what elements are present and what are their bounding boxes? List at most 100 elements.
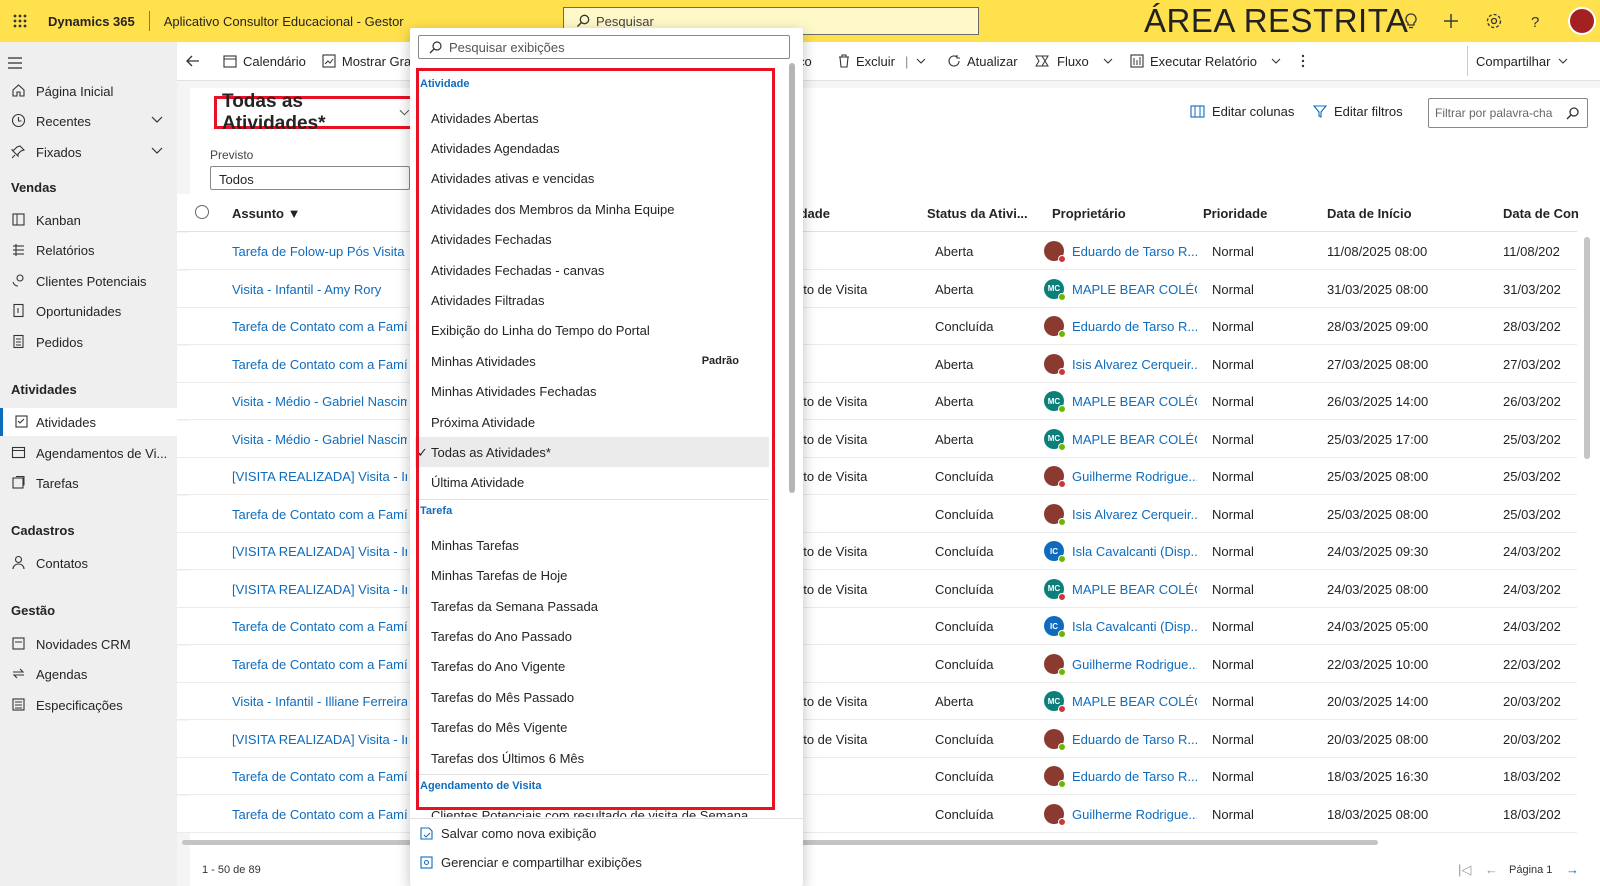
select-all-checkbox[interactable] — [195, 205, 209, 219]
calendar-button[interactable]: Calendário — [215, 42, 314, 81]
sidebar-item-kanban[interactable]: Kanban — [0, 206, 177, 234]
sidebar-item-recent[interactable]: Recentes — [0, 107, 177, 135]
table-row[interactable]: [VISITA REALIZADA] Visita - Infar nto de … — [177, 570, 1577, 608]
row-owner-link[interactable]: Guilherme Rodrigue... — [1072, 469, 1197, 484]
sidebar-item-pinned[interactable]: Fixados — [0, 138, 177, 166]
sidebar-item-home[interactable]: Página Inicial — [0, 77, 177, 105]
column-header-owner[interactable]: Proprietário — [1052, 206, 1126, 221]
row-subject-link[interactable]: [VISITA REALIZADA] Visita - Infar — [232, 582, 407, 597]
more-commands-icon[interactable] — [1293, 42, 1319, 81]
row-subject-link[interactable]: Tarefa de Contato com a Família — [232, 319, 407, 334]
row-subject-link[interactable]: Tarefa de Contato com a Família — [232, 619, 407, 634]
flow-button[interactable]: Fluxo — [1027, 42, 1127, 81]
row-owner-link[interactable]: Isla Cavalcanti (Disp... — [1072, 544, 1197, 559]
first-page-icon[interactable]: |◁ — [1458, 862, 1471, 878]
sidebar-item-tasks[interactable]: Tarefas — [0, 469, 177, 497]
table-row[interactable]: Tarefa de Contato com a Família Concluída… — [177, 608, 1577, 645]
table-row[interactable]: Tarefa de Contato com a Família Concluída… — [177, 495, 1577, 533]
row-owner-link[interactable]: Isis Alvarez Cerqueir... — [1072, 507, 1197, 522]
row-subject-link[interactable]: Visita - Infantil - Amy Rory — [232, 282, 407, 297]
refresh-button[interactable]: Atualizar — [939, 42, 1026, 81]
row-subject-link[interactable]: Visita - Médio - Gabriel Nascime — [232, 432, 407, 447]
table-row[interactable]: Tarefa de Contato com a Família Concluída… — [177, 645, 1577, 683]
sidebar-item-crm-news[interactable]: Novidades CRM — [0, 630, 177, 658]
app-title[interactable]: Aplicativo Consultor Educacional - Gesto… — [164, 14, 404, 29]
row-subject-link[interactable]: Tarefa de Folow-up Pós Visita — [232, 244, 407, 259]
row-subject-link[interactable]: [VISITA REALIZADA] Visita - Infar — [232, 732, 407, 747]
sidebar-item-visit-schedules[interactable]: Agendamentos de Vi... — [0, 439, 177, 467]
row-owner-link[interactable]: Guilherme Rodrigue... — [1072, 807, 1197, 822]
sidebar-item-activities[interactable]: Atividades — [0, 408, 177, 436]
table-row[interactable]: [VISITA REALIZADA] Visita - Infar nto de … — [177, 533, 1577, 570]
plus-icon[interactable] — [1441, 11, 1461, 31]
dropdown-scrollbar[interactable] — [789, 63, 795, 493]
row-owner-link[interactable]: Eduardo de Tarso R... — [1072, 732, 1197, 747]
edit-columns-button[interactable]: Editar colunas — [1190, 104, 1294, 119]
manage-views-button[interactable]: Gerenciar e compartilhar exibições — [410, 848, 803, 876]
table-row[interactable]: [VISITA REALIZADA] Visita - Infar nto de … — [177, 720, 1577, 758]
row-owner-link[interactable]: MAPLE BEAR COLÉG... — [1072, 282, 1197, 297]
help-icon[interactable]: ? — [1525, 11, 1545, 31]
view-search-input[interactable]: Pesquisar exibições — [418, 35, 790, 59]
sidebar-item-orders[interactable]: Pedidos — [0, 328, 177, 356]
row-owner-link[interactable]: MAPLE BEAR COLÉG... — [1072, 394, 1197, 409]
sidebar-item-leads[interactable]: Clientes Potenciais — [0, 267, 177, 295]
row-subject-link[interactable]: Tarefa de Contato com a Família — [232, 807, 407, 822]
edit-filters-button[interactable]: Editar filtros — [1313, 104, 1403, 119]
show-chart-button[interactable]: Mostrar Gra — [314, 42, 419, 81]
vertical-scrollbar[interactable] — [1584, 237, 1590, 459]
table-row[interactable]: Tarefa de Folow-up Pós Visita Aberta Eduar… — [177, 233, 1577, 270]
row-owner-link[interactable]: MAPLE BEAR COLÉG... — [1072, 694, 1197, 709]
previous-page-icon[interactable]: ← — [1485, 862, 1498, 877]
table-row[interactable]: [VISITA REALIZADA] Visita - Infar nto de … — [177, 458, 1577, 495]
row-subject-link[interactable]: Visita - Médio - Gabriel Nascime — [232, 394, 407, 409]
row-subject-link[interactable]: Tarefa de Contato com a Família — [232, 657, 407, 672]
hamburger-icon[interactable] — [7, 56, 23, 70]
app-launcher-icon[interactable] — [0, 0, 40, 42]
row-owner-link[interactable]: Eduardo de Tarso R... — [1072, 244, 1197, 259]
row-owner-link[interactable]: MAPLE BEAR COLÉG... — [1072, 582, 1197, 597]
share-button[interactable]: Compartilhar — [1467, 46, 1582, 76]
table-row[interactable]: Visita - Infantil - Illiane Ferreira nto … — [177, 683, 1577, 720]
sidebar-item-reports[interactable]: Relatórios — [0, 236, 177, 264]
gear-icon[interactable] — [1484, 11, 1504, 31]
row-owner-link[interactable]: Isla Cavalcanti (Disp... — [1072, 619, 1197, 634]
view-selector[interactable]: Todas as Atividades* — [214, 91, 413, 134]
row-subject-link[interactable]: Visita - Infantil - Illiane Ferreira — [232, 694, 407, 709]
column-header-priority[interactable]: Prioridade — [1203, 206, 1267, 221]
column-header-start-date[interactable]: Data de Início — [1327, 206, 1412, 221]
row-subject-link[interactable]: Tarefa de Contato com a Família — [232, 769, 407, 784]
row-owner-link[interactable]: Guilherme Rodrigue... — [1072, 657, 1197, 672]
table-row[interactable]: Tarefa de Contato com a Família Concluída… — [177, 795, 1577, 833]
table-row[interactable]: Visita - Infantil - Amy Rory nto de Visit… — [177, 270, 1577, 308]
forecast-filter-select[interactable]: Todos — [210, 166, 410, 190]
row-subject-link[interactable]: Tarefa de Contato com a Família — [232, 507, 407, 522]
keyword-filter-input[interactable]: Filtrar por palavra-cha — [1428, 98, 1588, 128]
chevron-down-icon[interactable] — [916, 58, 926, 64]
row-subject-link[interactable]: [VISITA REALIZADA] Visita - Infar — [232, 544, 407, 559]
sidebar-item-specifications[interactable]: Especificações — [0, 691, 177, 719]
table-row[interactable]: Tarefa de Contato com a Família Concluída… — [177, 758, 1577, 795]
sidebar-item-contacts[interactable]: Contatos — [0, 549, 177, 577]
table-row[interactable]: Tarefa de Contato com a Família Concluída… — [177, 308, 1577, 345]
column-header-end-date[interactable]: Data de Con — [1503, 206, 1579, 221]
row-owner-link[interactable]: MAPLE BEAR COLÉG... — [1072, 432, 1197, 447]
user-avatar[interactable] — [1568, 7, 1596, 35]
back-button[interactable] — [177, 42, 215, 81]
table-row[interactable]: Visita - Médio - Gabriel Nascime nto de V… — [177, 383, 1577, 420]
delete-button[interactable]: Excluir | — [830, 42, 940, 81]
table-row[interactable]: Tarefa de Contato com a Família Aberta Isi… — [177, 345, 1577, 383]
lightbulb-icon[interactable] — [1401, 11, 1421, 31]
row-subject-link[interactable]: Tarefa de Contato com a Família — [232, 357, 407, 372]
column-header-subject[interactable]: Assunto ▼ — [232, 206, 301, 221]
sidebar-item-agendas[interactable]: Agendas — [0, 660, 177, 688]
table-row[interactable]: Visita - Médio - Gabriel Nascime nto de V… — [177, 420, 1577, 458]
column-header-status[interactable]: Status da Ativi... — [927, 206, 1028, 221]
row-owner-link[interactable]: Isis Alvarez Cerqueir... — [1072, 357, 1197, 372]
row-owner-link[interactable]: Eduardo de Tarso R... — [1072, 769, 1197, 784]
next-page-icon[interactable]: → — [1566, 862, 1579, 877]
save-as-new-view-button[interactable]: Salvar como nova exibição — [410, 819, 803, 847]
row-owner-link[interactable]: Eduardo de Tarso R... — [1072, 319, 1197, 334]
run-report-button[interactable]: Executar Relatório — [1122, 42, 1295, 81]
view-option-partial[interactable]: Clientes Potenciais com resultado de vis… — [431, 809, 748, 817]
